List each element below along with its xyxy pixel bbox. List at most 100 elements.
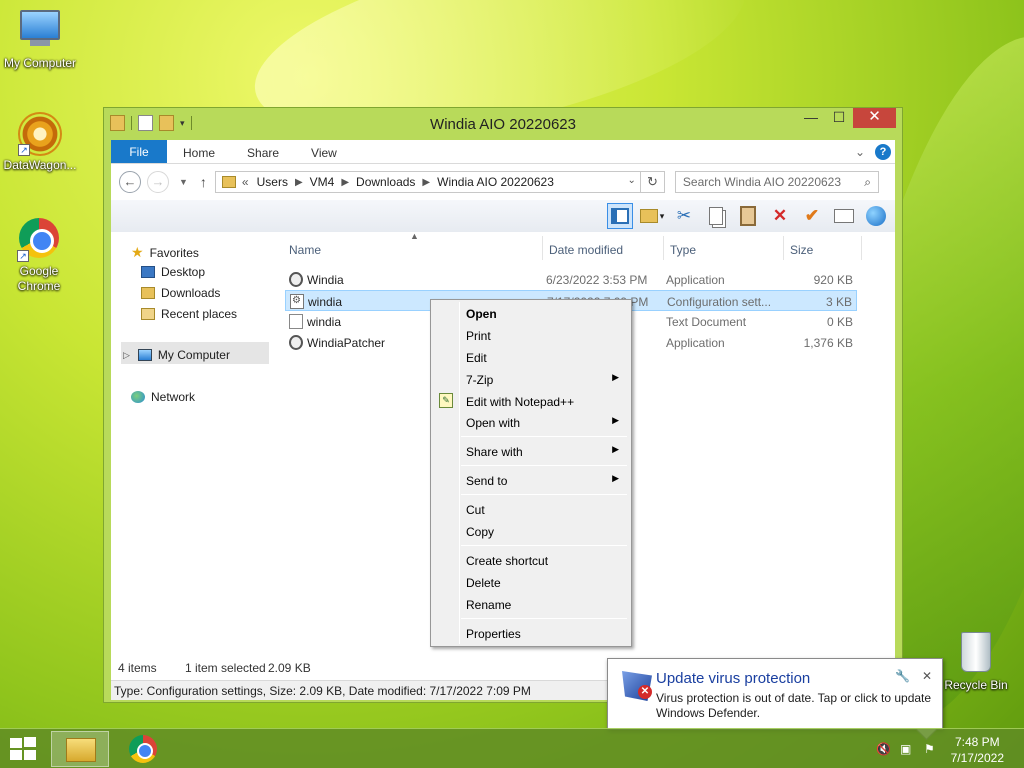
search-box[interactable]: ⌕ (674, 171, 879, 193)
desktop-icon-recycle-bin[interactable]: Recycle Bin (936, 632, 1016, 692)
properties-button[interactable] (831, 203, 857, 229)
menu-item-delete[interactable]: Delete (433, 571, 629, 593)
menu-item-cut[interactable]: Cut (433, 498, 629, 520)
menu-label: Copy (466, 525, 495, 539)
menu-item-open-with[interactable]: Open with ▶ (433, 411, 629, 433)
nav-item-network[interactable]: Network (131, 390, 195, 404)
breadcrumb-vm4[interactable]: VM4 (310, 175, 335, 189)
tab-view[interactable]: View (295, 140, 353, 163)
menu-item-create-shortcut[interactable]: Create shortcut (433, 549, 629, 571)
search-icon[interactable]: ⌕ (864, 175, 871, 190)
wrench-icon[interactable]: 🔧 (895, 669, 910, 683)
volume-muted-icon[interactable]: 🔇 (876, 742, 891, 756)
column-divider[interactable] (542, 236, 543, 260)
rename-button[interactable]: ✔ (799, 203, 825, 229)
tab-file[interactable]: File (111, 140, 167, 163)
breadcrumb-users[interactable]: Users (257, 175, 288, 189)
tab-home[interactable]: Home (167, 140, 231, 163)
delete-button[interactable]: ✕ (767, 203, 793, 229)
file-type: Text Document (666, 315, 747, 329)
breadcrumb-current[interactable]: Windia AIO 20220623 (437, 175, 554, 189)
forward-button[interactable]: → (147, 171, 169, 193)
menu-item-edit[interactable]: Edit (433, 346, 629, 368)
tab-share[interactable]: Share (231, 140, 295, 163)
close-button[interactable]: ✕ (853, 108, 896, 128)
paste-button[interactable] (735, 203, 761, 229)
navigation-pane: ★ Favorites Desktop Downloads Recent pla… (111, 232, 271, 658)
menu-item-open[interactable]: Open (433, 302, 629, 324)
refresh-button[interactable]: ↻ (640, 171, 665, 193)
help-icon[interactable]: ? (875, 143, 891, 160)
notification-body: Virus protection is out of date. Tap or … (656, 691, 932, 720)
maximize-button[interactable]: ☐ (825, 108, 853, 128)
computer-icon (18, 10, 62, 54)
up-button[interactable]: ↑ (200, 174, 207, 190)
menu-separator (461, 436, 627, 437)
defender-notification[interactable]: ✕ Update virus protection Virus protecti… (607, 658, 943, 730)
windows-logo-icon (24, 737, 36, 747)
nav-item-my-computer[interactable]: ▷ My Computer (123, 348, 230, 362)
file-name: Windia (307, 273, 344, 287)
column-divider[interactable] (861, 236, 862, 260)
move-to-button[interactable]: ▾ (639, 203, 665, 229)
column-divider[interactable] (783, 236, 784, 260)
chevron-right-icon[interactable]: ▶ (341, 177, 349, 188)
menu-item-print[interactable]: Print (433, 324, 629, 346)
search-input[interactable] (682, 175, 853, 189)
desktop-icon-chrome[interactable]: ↗ Google Chrome (0, 216, 78, 294)
column-size[interactable]: Size (790, 243, 813, 257)
network-button[interactable] (863, 203, 889, 229)
desktop-icon (141, 266, 155, 278)
action-center-flag-icon[interactable]: ⚑ (924, 742, 938, 756)
file-type: Application (666, 336, 725, 350)
menu-item-rename[interactable]: Rename (433, 593, 629, 615)
column-type[interactable]: Type (670, 243, 696, 257)
copy-button[interactable] (703, 203, 729, 229)
breadcrumb-downloads[interactable]: Downloads (356, 175, 415, 189)
breadcrumb-overflow[interactable]: « (242, 175, 249, 189)
chevron-down-icon[interactable]: ⌄ (628, 175, 636, 186)
menu-label: Edit (466, 351, 487, 365)
menu-item-7zip[interactable]: 7-Zip ▶ (433, 368, 629, 390)
minimize-button[interactable]: — (797, 108, 825, 128)
title-bar[interactable]: ▾ Windia AIO 20220623 — ☐ ✕ (104, 108, 902, 140)
nav-item-desktop[interactable]: Desktop (141, 265, 205, 279)
menu-item-edit-notepadpp[interactable]: ✎ Edit with Notepad++ (433, 390, 629, 412)
expand-arrow-icon[interactable]: ▷ (123, 350, 130, 361)
close-icon[interactable]: ✕ (922, 669, 932, 683)
start-button[interactable] (10, 737, 38, 761)
nav-item-favorites[interactable]: ★ Favorites (131, 244, 199, 261)
recent-locations-button[interactable]: ▼ (179, 177, 188, 187)
network-icon (131, 391, 145, 403)
taskbar-chrome[interactable] (115, 731, 173, 767)
file-row[interactable]: Windia 6/23/2022 3:53 PM Application 920… (285, 269, 857, 290)
network-icon[interactable]: ▣ (900, 742, 914, 756)
windows-logo-icon (10, 750, 22, 760)
clock[interactable]: 7:48 PM 7/17/2022 (951, 734, 1004, 766)
column-name[interactable]: Name (289, 243, 321, 257)
menu-item-properties[interactable]: Properties (433, 622, 629, 644)
menu-item-share-with[interactable]: Share with ▶ (433, 440, 629, 462)
chevron-right-icon[interactable]: ▶ (295, 177, 303, 188)
desktop-icon-datawagon[interactable]: ↗ DataWagon... (0, 112, 80, 172)
column-divider[interactable] (663, 236, 664, 260)
selection-count: 1 item selected (185, 661, 266, 675)
chevron-right-icon[interactable]: ▶ (422, 177, 430, 188)
expand-ribbon-icon[interactable]: ⌄ (855, 145, 865, 159)
taskbar-file-explorer[interactable] (51, 731, 109, 767)
back-button[interactable]: ← (119, 171, 141, 193)
nav-item-recent-places[interactable]: Recent places (141, 307, 237, 321)
scissors-icon: ✂ (676, 206, 692, 225)
desktop-icon-my-computer[interactable]: My Computer (0, 10, 80, 70)
address-bar[interactable]: « Users ▶ VM4 ▶ Downloads ▶ Windia AIO 2… (214, 171, 641, 193)
preview-pane-button[interactable] (607, 203, 633, 229)
file-size: 0 KB (826, 315, 853, 329)
cut-button[interactable]: ✂ (671, 203, 697, 229)
nav-item-downloads[interactable]: Downloads (141, 286, 220, 300)
menu-item-send-to[interactable]: Send to ▶ (433, 469, 629, 491)
details-text: Type: Configuration settings, Size: 2.09… (114, 684, 531, 698)
column-date-modified[interactable]: Date modified (549, 243, 623, 257)
nav-item-label: Favorites (149, 245, 199, 260)
menu-item-copy[interactable]: Copy (433, 520, 629, 542)
notification-title: Update virus protection (656, 670, 811, 687)
